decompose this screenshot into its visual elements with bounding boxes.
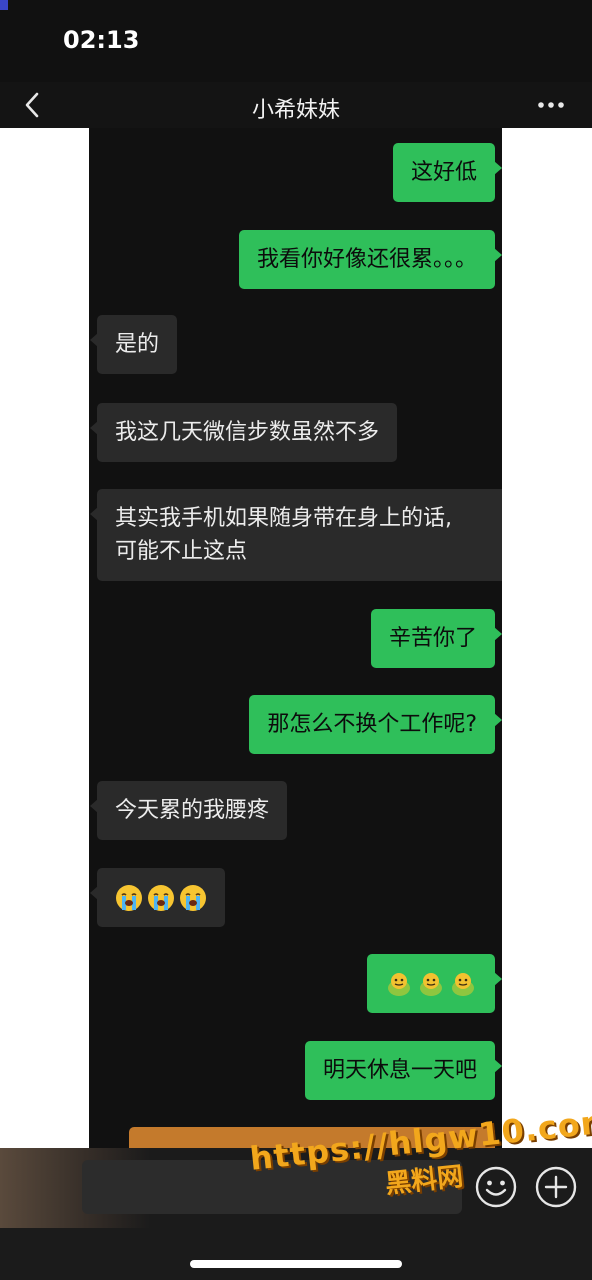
- status-bar: 02:13: [0, 0, 592, 82]
- message-text: 那怎么不换个工作呢?: [267, 712, 477, 737]
- frog-face-icon: [452, 972, 474, 996]
- message-bubble-outgoing[interactable]: 那怎么不换个工作呢?: [249, 695, 502, 754]
- message-bubble-outgoing[interactable]: 明天休息一天吧: [304, 1041, 503, 1100]
- message-text: 是的: [115, 332, 160, 357]
- status-corner-mark: [0, 0, 8, 10]
- message-text: 我这几天微信步数虽然不多: [115, 420, 380, 445]
- embedded-chat-screenshot: 这好低 我看你好像还很累。。。 是的 我这几天微信步数虽然不多 其实我手机如果随…: [89, 128, 503, 1148]
- nav-bar: 小希妹妹: [0, 82, 592, 128]
- message-bubble-outgoing[interactable]: 这好低: [392, 143, 503, 202]
- message-bubble-incoming[interactable]: 我这几天微信步数虽然不多: [89, 403, 398, 462]
- message-text: 我看你好像还很累。。。: [256, 247, 477, 272]
- message-text-line: 可能不止这点: [115, 539, 248, 564]
- status-time: 02:13: [63, 26, 140, 54]
- message-bubble-incoming[interactable]: 今天累的我腰疼: [89, 781, 288, 840]
- chat-area[interactable]: 这好低 我看你好像还很累。。。 是的 我这几天微信步数虽然不多 其实我手机如果随…: [0, 128, 592, 1148]
- message-bubble-outgoing[interactable]: 我看你好像还很累。。。: [238, 230, 503, 289]
- frog-face-icon: [388, 972, 410, 996]
- frog-face-icon: [420, 972, 442, 996]
- emoji-row: [115, 881, 207, 914]
- message-text: 今天累的我腰疼: [115, 798, 270, 823]
- message-text: 明天休息一天吧: [322, 1058, 477, 1083]
- message-bubble-incoming[interactable]: [90, 868, 225, 927]
- message-bubble-incoming[interactable]: 是的: [89, 315, 178, 374]
- home-indicator[interactable]: [190, 1260, 402, 1268]
- emoji-row: [385, 967, 477, 1000]
- crying-face-icon: [180, 884, 206, 911]
- chat-title: 小希妹妹: [251, 98, 340, 123]
- message-text: 这好低: [410, 160, 477, 185]
- message-bubble-outgoing[interactable]: [367, 954, 502, 1013]
- crying-face-icon: [148, 884, 174, 911]
- message-text-line: 其实我手机如果随身带在身上的话,: [115, 506, 452, 531]
- message-bubble-outgoing[interactable]: 辛苦你了: [370, 609, 503, 668]
- crying-face-icon: [116, 884, 142, 911]
- message-bubble-incoming[interactable]: 其实我手机如果随身带在身上的话, 可能不止这点: [90, 489, 502, 581]
- message-text: 辛苦你了: [388, 626, 477, 651]
- more-options-icon[interactable]: [536, 94, 566, 116]
